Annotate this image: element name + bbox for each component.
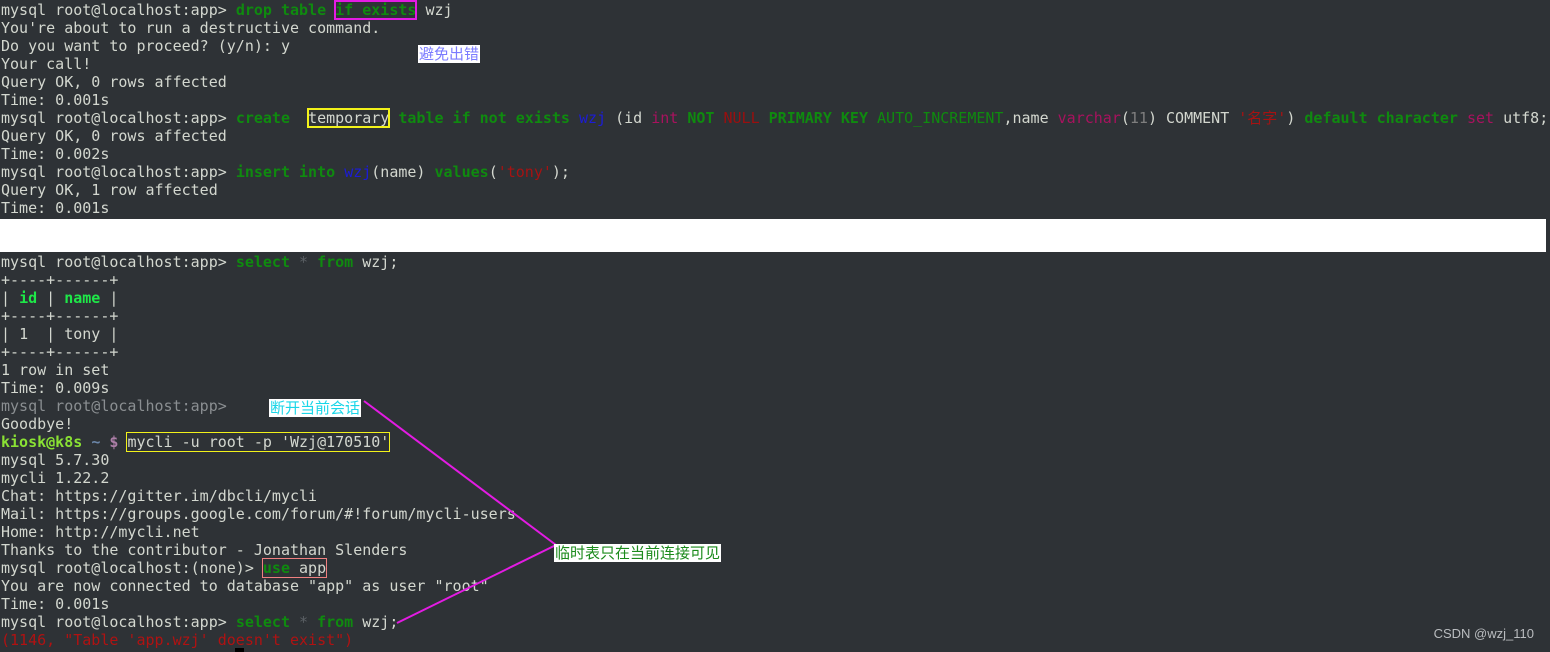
annotation-lines: [363, 400, 557, 624]
annotation-line-disconnect: [363, 400, 557, 546]
annotation-temp-table-visibility: 临时表只在当前连接可见: [554, 544, 722, 562]
annotation-disconnect-session: 断开当前会话: [269, 399, 362, 417]
annotation-line-select: [396, 544, 557, 624]
watermark: CSDN @wzj_110: [1433, 626, 1534, 641]
annotation-avoid-error: 避免出错: [418, 45, 481, 63]
